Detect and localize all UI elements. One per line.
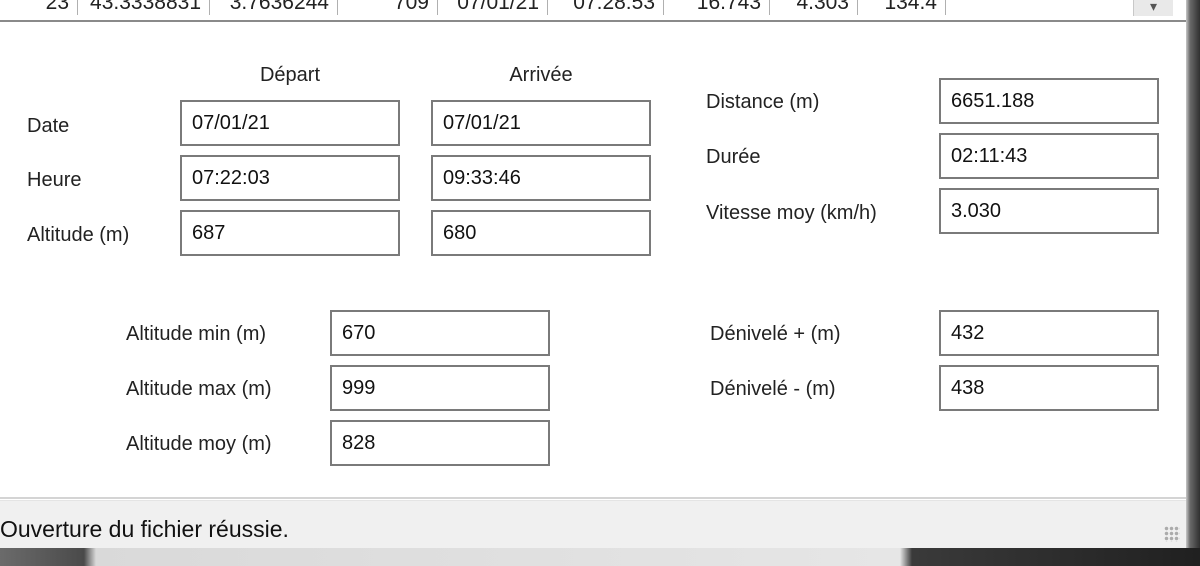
denivele-minus-field[interactable]: 438 <box>939 365 1159 411</box>
label-denivele-minus: Dénivelé - (m) <box>710 378 836 400</box>
table-cell-heading: 134.4 <box>858 0 946 15</box>
separator <box>0 497 1186 499</box>
table-cell-time: 07:28:53 <box>548 0 664 15</box>
chevron-down-icon: ▾ <box>1149 0 1158 14</box>
label-heure: Heure <box>27 169 82 191</box>
status-bar: Ouverture du fichier réussie. <box>0 500 1186 548</box>
main-window: 23 43.3338831 3.7636244 709 07/01/21 07:… <box>0 0 1200 566</box>
arrivee-date-field[interactable]: 07/01/21 <box>431 100 651 146</box>
arrivee-heure-field[interactable]: 09:33:46 <box>431 155 651 201</box>
depart-heure-field[interactable]: 07:22:03 <box>180 155 400 201</box>
column-header-depart: Départ <box>259 64 321 86</box>
distance-field[interactable]: 6651.188 <box>939 78 1159 124</box>
label-altitude: Altitude (m) <box>27 224 130 246</box>
label-altitude-min: Altitude min (m) <box>126 323 267 345</box>
label-distance: Distance (m) <box>706 91 820 113</box>
table-cell-latitude: 43.3338831 <box>78 0 210 15</box>
table-cell-speed: 4.303 <box>770 0 858 15</box>
arrivee-altitude-field[interactable]: 680 <box>431 210 651 256</box>
depart-date-field[interactable]: 07/01/21 <box>180 100 400 146</box>
table-cell-longitude: 3.7636244 <box>210 0 338 15</box>
vitesse-field[interactable]: 3.030 <box>939 188 1159 234</box>
altitude-moy-field[interactable]: 828 <box>330 420 550 466</box>
altitude-max-field[interactable]: 999 <box>330 365 550 411</box>
label-altitude-max: Altitude max (m) <box>126 378 272 400</box>
label-altitude-moy: Altitude moy (m) <box>126 433 272 455</box>
table-cell-date: 07/01/21 <box>438 0 548 15</box>
denivele-plus-field[interactable]: 432 <box>939 310 1159 356</box>
label-duree: Durée <box>706 146 761 168</box>
altitude-min-field[interactable]: 670 <box>330 310 550 356</box>
table-cell-index: 23 <box>0 0 78 15</box>
table-cell-distance: 16.743 <box>664 0 770 15</box>
status-message: Ouverture du fichier réussie. <box>0 516 289 542</box>
depart-altitude-field[interactable]: 687 <box>180 210 400 256</box>
points-table-row[interactable]: 23 43.3338831 3.7636244 709 07/01/21 07:… <box>0 0 1186 22</box>
label-vitesse: Vitesse moy (km/h) <box>706 202 877 224</box>
column-header-arrivee: Arrivée <box>509 64 573 86</box>
label-date: Date <box>27 115 70 137</box>
label-denivele-plus: Dénivelé + (m) <box>710 323 841 345</box>
desktop-background-right <box>1186 0 1200 566</box>
scroll-down-button[interactable]: ▾ <box>1133 0 1173 16</box>
resize-grip-icon[interactable] <box>1164 526 1180 542</box>
duree-field[interactable]: 02:11:43 <box>939 133 1159 179</box>
desktop-background-bottom <box>0 548 1200 566</box>
table-cell-altitude: 709 <box>338 0 438 15</box>
